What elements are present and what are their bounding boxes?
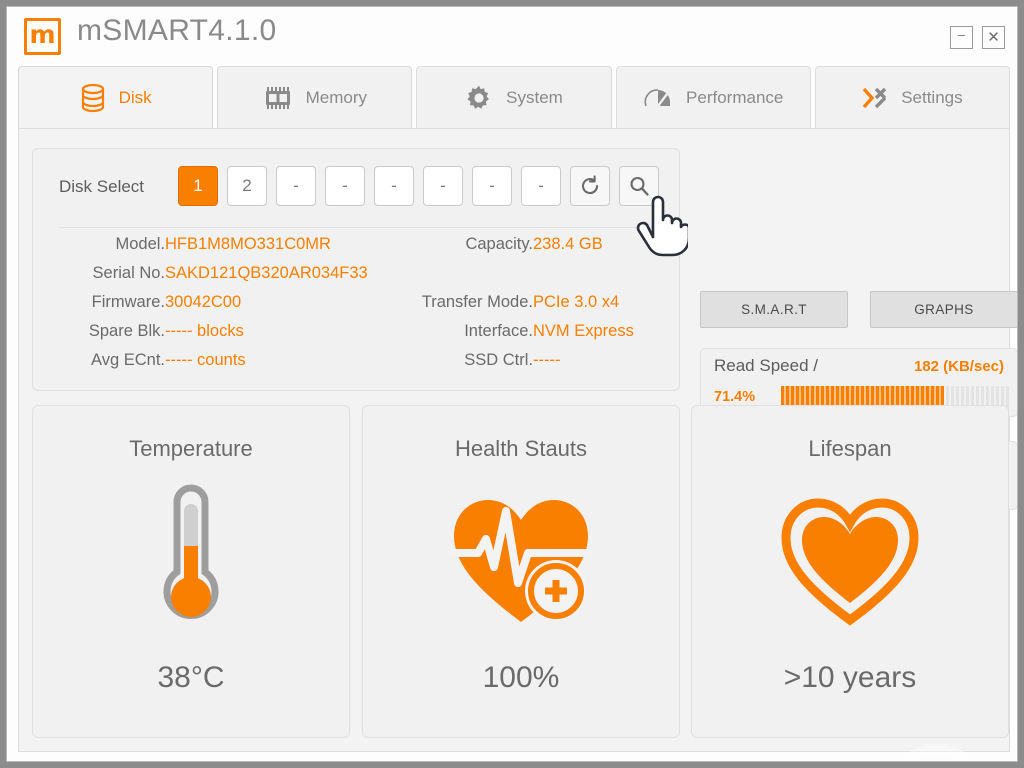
search-button[interactable]	[619, 166, 659, 206]
info-row-interface: Interface. NVM Express	[373, 322, 673, 351]
tab-memory[interactable]: Memory	[217, 66, 413, 129]
tab-performance-label: Performance	[686, 88, 784, 107]
info-row-serial: Serial No. SAKD121QB320AR034F33	[33, 264, 373, 293]
disk-icon	[80, 83, 106, 113]
info-row-capacity: Capacity. 238.4 GB	[373, 235, 673, 293]
minimize-button[interactable]: –	[950, 26, 973, 49]
disk-info-grid: Model. HFB1M8MO331C0MR Serial No. SAKD121Q…	[33, 235, 679, 380]
info-value: HFB1M8MO331C0MR	[165, 235, 331, 253]
tab-bar: Disk Memory System Performance Settings	[18, 66, 1011, 129]
site-watermark-logo	[879, 741, 995, 761]
tab-system-label: System	[506, 88, 563, 107]
info-label: Capacity.	[465, 235, 533, 253]
info-row-ssd-ctrl: SSD Ctrl. -----	[373, 351, 673, 380]
tab-settings-label: Settings	[901, 88, 963, 107]
tab-disk[interactable]: Disk	[18, 66, 214, 129]
info-row-spare-blk: Spare Blk. ----- blocks	[33, 322, 373, 351]
lifespan-value: >10 years	[783, 661, 917, 694]
search-icon	[630, 176, 649, 196]
title-bar: m mSMART4.1.0 – ✕	[7, 7, 1017, 64]
info-value: SAKD121QB320AR034F33	[165, 264, 368, 282]
info-label: SSD Ctrl.	[464, 351, 533, 369]
info-label: Firmware.	[91, 293, 165, 311]
info-value: NVM Express	[533, 322, 634, 340]
refresh-button[interactable]	[570, 166, 610, 206]
smart-button[interactable]: S.M.A.R.T	[700, 291, 848, 328]
heart-pulse-icon	[363, 480, 679, 640]
health-title: Health Stauts	[454, 436, 588, 461]
content-area: Disk Select 1 2 - - - - - - Model. HFB1M…	[18, 128, 1017, 761]
settings-x-icon	[862, 86, 888, 110]
read-speed-percent: 71.4%	[714, 389, 756, 405]
disk-button-4[interactable]: -	[325, 166, 365, 206]
refresh-icon	[582, 175, 599, 195]
heart-outline-icon	[692, 480, 1008, 640]
tab-system[interactable]: System	[416, 66, 612, 129]
disk-button-6[interactable]: -	[423, 166, 463, 206]
disk-button-7[interactable]: -	[472, 166, 512, 206]
tab-settings[interactable]: Settings	[814, 66, 1011, 129]
disk-button-5[interactable]: -	[374, 166, 414, 206]
info-value: -----	[533, 351, 561, 369]
disk-info-panel: Disk Select 1 2 - - - - - - Model. HFB1M…	[32, 148, 680, 391]
info-value: ----- blocks	[165, 322, 244, 340]
info-row-transfer-mode: Transfer Mode. PCIe 3.0 x4	[373, 293, 673, 322]
info-value: PCIe 3.0 x4	[533, 293, 620, 311]
disk-button-8[interactable]: -	[521, 166, 561, 206]
info-row-firmware: Firmware. 30042C00	[33, 293, 373, 322]
tab-memory-label: Memory	[305, 88, 367, 107]
temperature-title: Temperature	[129, 436, 253, 461]
info-label: Interface.	[464, 322, 533, 340]
info-value: ----- counts	[165, 351, 246, 369]
info-label: Spare Blk.	[88, 322, 165, 340]
disk-info-col-right: Capacity. 238.4 GB Transfer Mode. PCIe 3.0…	[373, 235, 673, 380]
disk-select-buttons: 1 2 - - - - - -	[178, 166, 659, 206]
temperature-value: 38°C	[157, 661, 225, 694]
disk-select-label: Disk Select	[59, 177, 145, 196]
thermometer-icon	[33, 480, 349, 640]
graphs-button[interactable]: GRAPHS	[870, 291, 1017, 328]
close-button[interactable]: ✕	[982, 26, 1005, 49]
health-value: 100%	[482, 661, 560, 694]
info-label: Transfer Mode.	[421, 293, 533, 311]
read-speed-value: 182 (KB/sec)	[913, 358, 1004, 375]
info-label: Model.	[115, 235, 165, 253]
info-value: 30042C00	[165, 293, 242, 311]
health-card: Health Stauts 100%	[362, 405, 680, 738]
info-row-model: Model. HFB1M8MO331C0MR	[33, 235, 373, 264]
gear-icon	[465, 84, 493, 112]
info-label: Serial No.	[92, 264, 165, 282]
divider	[59, 227, 655, 228]
lifespan-card: Lifespan >10 years	[691, 405, 1009, 738]
info-label: Avg ECnt.	[91, 351, 165, 369]
temperature-card: Temperature 38°C	[32, 405, 350, 738]
disk-button-1[interactable]: 1	[178, 166, 218, 206]
disk-button-2[interactable]: 2	[227, 166, 267, 206]
app-title: mSMART4.1.0	[77, 14, 277, 47]
info-value: 238.4 GB	[533, 235, 603, 253]
read-speed-title: Read Speed /	[714, 356, 818, 375]
info-row-avg-ecnt: Avg ECnt. ----- counts	[33, 351, 373, 380]
gauge-icon	[643, 87, 673, 109]
disk-info-col-left: Model. HFB1M8MO331C0MR Serial No. SAKD121Q…	[33, 235, 373, 380]
app-window: m mSMART4.1.0 – ✕ Disk Memory System Per…	[6, 6, 1018, 762]
lifespan-title: Lifespan	[808, 436, 892, 461]
app-logo-icon: m	[24, 18, 61, 55]
disk-button-3[interactable]: -	[276, 166, 316, 206]
tab-performance[interactable]: Performance	[615, 66, 811, 129]
tab-disk-label: Disk	[118, 87, 152, 107]
memory-icon	[263, 86, 293, 110]
window-controls: – ✕	[950, 26, 1005, 49]
